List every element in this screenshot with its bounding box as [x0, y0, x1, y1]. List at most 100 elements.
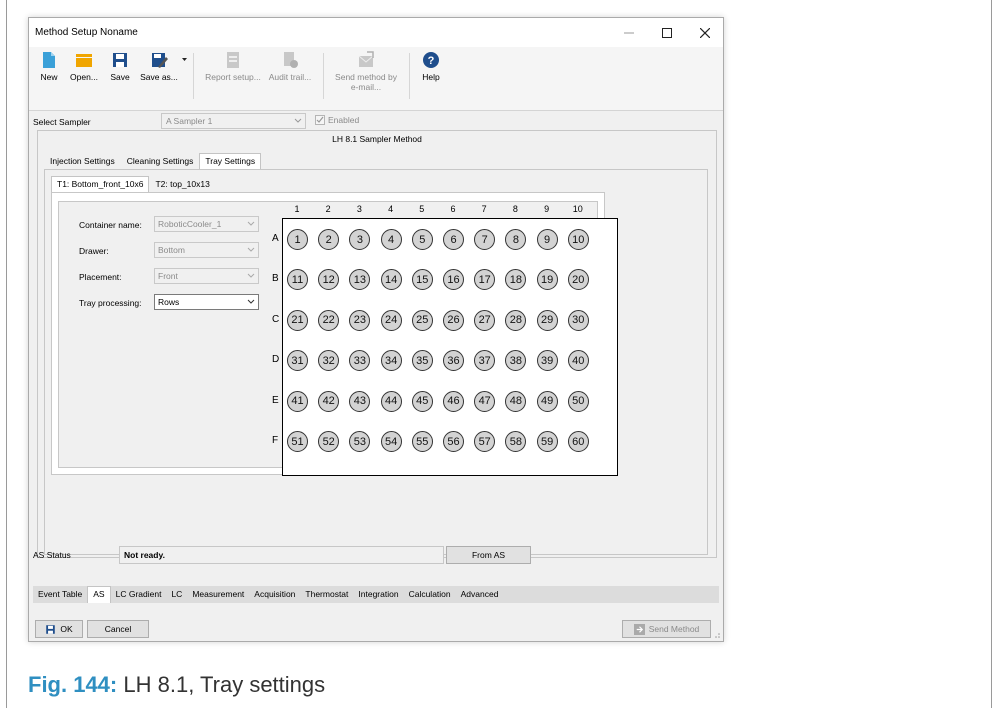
tray-well[interactable]: 54	[380, 431, 402, 452]
send-email-label-2: e-mail...	[350, 82, 382, 92]
tray-well[interactable]: 55	[411, 431, 433, 452]
tray-row-header: E	[272, 394, 279, 406]
minimize-button[interactable]	[610, 18, 648, 47]
tray-well[interactable]: 46	[443, 390, 464, 412]
save-as-dropdown-icon[interactable]	[182, 57, 188, 63]
tray-well[interactable]: 10	[567, 229, 589, 250]
placement-value: Front	[158, 271, 178, 281]
audit-trail-button[interactable]: Audit trail...	[267, 51, 313, 82]
tray-well[interactable]: 45	[411, 390, 433, 412]
tray-well[interactable]: 48	[505, 390, 527, 412]
tray-well[interactable]: 21	[287, 309, 308, 331]
tray-column-header: 7	[481, 204, 487, 214]
save-button[interactable]: Save	[107, 51, 133, 82]
tab-acquisition[interactable]: Acquisition	[249, 587, 300, 602]
help-button[interactable]: ? Help	[419, 51, 443, 82]
tray-well[interactable]: 6	[443, 229, 464, 250]
tab-lc[interactable]: LC	[166, 587, 187, 602]
enabled-label: Enabled	[328, 115, 360, 125]
tray-well[interactable]: 47	[474, 390, 496, 412]
maximize-button[interactable]	[648, 18, 686, 47]
as-status-value: Not ready.	[119, 546, 444, 564]
tray-well[interactable]: 50	[567, 390, 589, 412]
tab-cleaning-settings[interactable]: Cleaning Settings	[121, 153, 200, 169]
tab-advanced[interactable]: Advanced	[456, 587, 504, 602]
tray-well[interactable]: 60	[567, 431, 589, 452]
save-as-button[interactable]: Save as...	[139, 51, 179, 82]
tray-well[interactable]: 59	[536, 431, 558, 452]
container-name-select[interactable]: RoboticCooler_1	[154, 216, 259, 232]
tray-well[interactable]: 43	[349, 390, 371, 412]
tray-well[interactable]: 39	[536, 350, 558, 372]
send-method-button[interactable]: Send Method	[622, 620, 711, 638]
maximize-icon	[662, 27, 672, 38]
minimize-icon	[624, 32, 634, 33]
tray-well[interactable]: 42	[318, 390, 340, 412]
tray-well[interactable]: 26	[443, 309, 464, 331]
tray-well[interactable]: 9	[536, 229, 558, 250]
open-label: Open...	[70, 72, 98, 82]
save-as-label: Save as...	[140, 72, 178, 82]
save-disk-icon	[46, 624, 56, 634]
tray-well[interactable]: 30	[567, 309, 589, 331]
tray-well[interactable]: 27	[474, 309, 496, 331]
method-setup-window: Method Setup Noname New Open... Save Sav…	[28, 17, 724, 642]
tab-tray-t1[interactable]: T1: Bottom_front_10x6	[51, 176, 150, 193]
placement-select[interactable]: Front	[154, 268, 259, 284]
report-setup-button[interactable]: Report setup...	[205, 51, 261, 82]
toolbar: New Open... Save Save as... Report setup…	[29, 47, 723, 111]
tray-column-header: 2	[325, 204, 331, 214]
tray-well[interactable]: 40	[567, 350, 589, 372]
tab-lc-gradient[interactable]: LC Gradient	[111, 587, 167, 602]
tray-column-header: 3	[356, 204, 362, 214]
tray-column-header: 10	[572, 204, 583, 214]
tray-well[interactable]: 51	[287, 431, 308, 452]
audit-trail-label: Audit trail...	[268, 72, 312, 82]
tray-well[interactable]: 44	[380, 390, 402, 412]
tab-thermostat[interactable]: Thermostat	[300, 587, 353, 602]
tab-calculation[interactable]: Calculation	[404, 587, 456, 602]
toolbar-separator	[323, 53, 324, 99]
send-method-email-button[interactable]: Send method by e-mail...	[331, 51, 401, 92]
drawer-value: Bottom	[158, 245, 185, 255]
tray-well[interactable]: 22	[318, 309, 340, 331]
tab-injection-settings[interactable]: Injection Settings	[44, 153, 121, 169]
new-file-icon	[43, 52, 55, 68]
tray-well[interactable]: 14	[380, 269, 402, 291]
tray-well[interactable]: 19	[536, 269, 558, 291]
tab-integration[interactable]: Integration	[353, 587, 403, 602]
tray-well[interactable]: 5	[411, 229, 433, 250]
tray-well[interactable]: 29	[536, 309, 558, 331]
tray-well[interactable]: 1	[287, 229, 308, 250]
tray-well[interactable]: 25	[411, 309, 433, 331]
tray-column-header: 4	[388, 204, 394, 214]
ok-button[interactable]: OK	[35, 620, 83, 638]
tab-measurement[interactable]: Measurement	[187, 587, 249, 602]
tray-well[interactable]: 41	[287, 390, 308, 412]
tab-tray-settings[interactable]: Tray Settings	[199, 153, 262, 170]
drawer-select[interactable]: Bottom	[154, 242, 259, 258]
bottom-tabs: Event Table AS LC Gradient LC Measuremen…	[33, 586, 719, 603]
tray-well[interactable]: 34	[380, 350, 402, 372]
from-as-button[interactable]: From AS	[446, 546, 531, 564]
svg-text:?: ?	[428, 55, 435, 67]
tab-event-table[interactable]: Event Table	[33, 587, 87, 602]
close-button[interactable]	[686, 18, 724, 47]
open-button[interactable]: Open...	[67, 51, 101, 82]
report-icon	[227, 52, 239, 68]
sampler-select[interactable]: A Sampler 1	[161, 113, 306, 129]
new-button[interactable]: New	[37, 51, 61, 82]
tray-well[interactable]: 4	[380, 229, 402, 250]
resize-grip-icon[interactable]	[713, 631, 721, 639]
save-disk-icon	[113, 53, 127, 67]
placement-label: Placement:	[79, 272, 122, 282]
tray-processing-select[interactable]: Rows	[154, 294, 259, 310]
cancel-button[interactable]: Cancel	[87, 620, 149, 638]
tray-well[interactable]: 49	[536, 390, 558, 412]
tab-as[interactable]: AS	[87, 586, 111, 603]
tab-tray-t2[interactable]: T2: top_10x13	[149, 176, 215, 192]
enabled-checkbox[interactable]	[315, 115, 325, 125]
tray-well[interactable]: 24	[380, 309, 402, 331]
tray-well[interactable]: 35	[411, 350, 433, 372]
tray-well[interactable]: 56	[443, 431, 464, 452]
